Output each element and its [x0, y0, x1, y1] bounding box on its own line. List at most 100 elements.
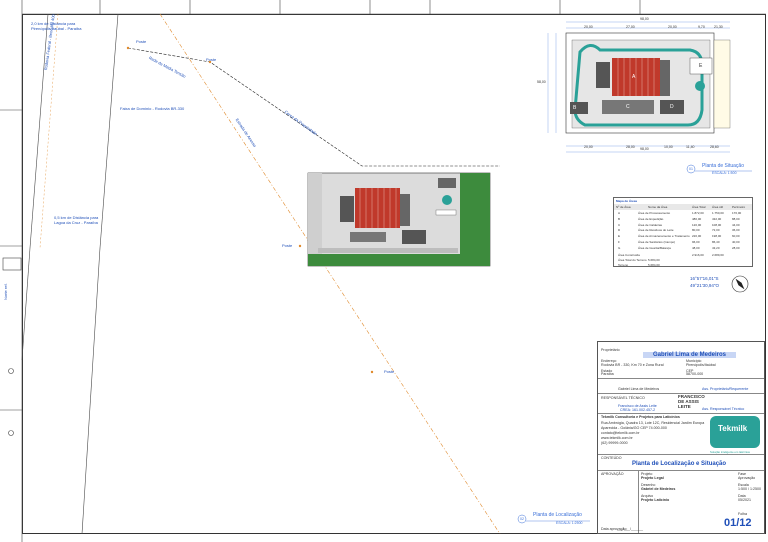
dim-top-seg-1: 27,00: [626, 25, 635, 29]
power-line: [159, 13, 501, 535]
area-cell-2-0: C: [618, 222, 621, 227]
area-header-4: Perímetro: [732, 205, 746, 209]
area-header-1: Nome da Área: [648, 205, 668, 209]
title-block: Proprietário Gabriel Lima de Medeiros En…: [597, 341, 765, 534]
tb-resp-label: RESPONSÁVEL TÉCNICO: [601, 396, 645, 400]
dim-top-seg-4: 21,30: [714, 25, 723, 29]
area-total-label: Área Construída: [618, 253, 640, 257]
north-arrow-icon: [731, 275, 749, 293]
block-c: C: [626, 104, 630, 110]
area-cell-6-2: 48,00: [692, 245, 700, 250]
tb-resp-role: Ass. Responsável Técnico: [702, 407, 745, 411]
area-total-value: 2.916,00: [692, 253, 704, 257]
area-cell-4-3: 198,00: [712, 234, 722, 239]
area-header-2: Área Total: [692, 205, 706, 209]
tb-divider-1: [598, 378, 764, 379]
area-cell-5-0: F: [618, 240, 620, 244]
tekmilk-logo: Tekmilk: [710, 416, 760, 448]
site-situacao: [547, 21, 731, 153]
localizacao-scale: ESCALA: 1:2500: [556, 521, 583, 525]
area-cell-4-2: 220,00: [692, 234, 702, 239]
block-e: E: [699, 63, 703, 69]
area-cell-1-4: 88,00: [732, 216, 740, 221]
tb-divider-4: [598, 454, 764, 455]
area-cell-3-0: D: [618, 228, 621, 233]
tb-project: Projeto Legal: [641, 476, 664, 480]
coord-lat: 16°57'16,01"S: [690, 276, 719, 281]
tb-company-city: Aparecida - Goiânia/GO CEP 74.000-000: [601, 426, 667, 430]
tb-content: Planta de Localização e Situação: [632, 461, 727, 467]
tb-phase: Aprovação: [738, 476, 756, 480]
tb-approval-date: ___/___/______: [617, 527, 643, 531]
label-faixa-dominio: Faixa de Domínio - Rodovia BR-330: [120, 106, 185, 111]
area-cell-0-4: 176,00: [732, 211, 742, 215]
area-cell-4-4: 60,00: [732, 234, 740, 239]
tb-drawn: Gabriel de Medeiros: [641, 487, 676, 491]
area-cell-6-0: G: [618, 245, 621, 250]
area-table: Mapa de Áreas Nº de Área Nome da Área Ár…: [613, 197, 753, 267]
situacao-scale: ESCALA: 1:500: [712, 171, 737, 175]
tb-owner: Gabriel Lima de Medeiros: [643, 352, 737, 358]
label-norte: Norte ref.: [3, 283, 8, 300]
tb-company-address: Rua Ambrógia, Quadra 13, Lote 12C, Resid…: [601, 421, 705, 425]
dim-bottom-seg-4: 28,60: [710, 145, 719, 149]
area-cell-0-2: 1.872,00: [692, 211, 704, 215]
block-d: D: [670, 104, 674, 110]
area-cell-0-1: Área de Processamento: [638, 211, 671, 215]
situacao-number: 01: [689, 167, 693, 171]
tb-approval-label: APROVAÇÃO: [601, 472, 624, 476]
dim-left-total: 58,00: [537, 80, 546, 84]
area-cell-6-3: 43,20: [712, 245, 720, 250]
tb-owner-role: Ass. Proprietário/Requerente: [702, 387, 749, 391]
area-cell-0-3: 1.750,00: [712, 211, 724, 215]
dim-top-seg-3: 9,70: [698, 25, 705, 29]
localizacao-number: 02: [520, 517, 524, 521]
tb-scale: 1:500 / 1:2500: [738, 487, 761, 491]
coord-lon: 49°21'30,94"O: [690, 283, 720, 288]
dim-bottom-seg-0: 20,00: [584, 145, 593, 149]
area-terreno-value: 5.684,00: [648, 263, 660, 267]
area-cell-2-3: 108,00: [712, 222, 722, 227]
tb-city: Pirenópolis/Itaúbal: [686, 363, 716, 367]
tb-divider-5: [598, 470, 764, 471]
area-cell-1-0: B: [618, 216, 621, 221]
situacao-title: Planta de Situação: [702, 163, 744, 169]
area-terreno-label: Terreno: [618, 263, 629, 267]
tb-company-email: contato@tekmilk.com.br: [601, 431, 640, 435]
tb-date: 05/2021: [738, 498, 751, 502]
block-a: A: [632, 74, 636, 80]
area-cell-2-2: 120,00: [692, 222, 702, 227]
tb-divider-3: [598, 413, 764, 414]
area-cell-3-1: Área de Resíduos do Leite: [638, 228, 674, 233]
area-lot-value: 5.684,00: [648, 258, 660, 262]
dim-top-total: 98,00: [640, 17, 649, 21]
label-poste-bottom: Poste: [384, 369, 395, 374]
dim-bottom-seg-1: 28,00: [626, 145, 635, 149]
tb-company: Tekmilk Consultoria e Projetos para Lati…: [601, 415, 680, 419]
area-cell-5-2: 96,00: [692, 240, 700, 244]
area-header-0: Nº de Área: [616, 205, 631, 209]
tb-resp-crea: CREA: 161.002.457-2: [620, 408, 656, 412]
tb-content-label: CONTEÚDO: [601, 456, 622, 460]
tekmilk-logo-text: Tekmilk: [718, 424, 748, 433]
dim-bottom-total: 98,00: [640, 147, 649, 151]
tb-company-phone: (62) 99999-0000: [601, 441, 628, 445]
area-cell-4-1: Área de Armazenamento e Tratamento de Ág…: [638, 234, 690, 239]
localizacao-title: Planta de Localização: [533, 512, 582, 518]
label-poste-right: Poste: [206, 57, 217, 62]
site-localizacao: [307, 172, 491, 267]
area-cell-0-0: A: [618, 211, 621, 215]
area-header-3: Área útil: [712, 205, 724, 209]
area-cell-5-3: 86,40: [712, 240, 720, 244]
dim-bottom-seg-2: 10,00: [664, 145, 673, 149]
area-cell-6-1: Área de Guarita/Balança: [638, 245, 671, 250]
area-table-title: Mapa de Áreas: [616, 199, 638, 203]
area-cell-5-1: Área de Sanitários (Campo): [638, 240, 676, 244]
tb-sheet-label: Folha: [738, 512, 747, 516]
tb-sheet: 01/12: [724, 517, 752, 529]
area-cell-3-3: 72,00: [712, 228, 720, 233]
area-lot-label: Área Total do Terreno: [618, 258, 647, 262]
area-cell-1-2: 480,00: [692, 216, 702, 221]
tb-file: Projeto Laticínio: [641, 498, 670, 502]
tb-prop-label: Proprietário: [601, 348, 620, 352]
